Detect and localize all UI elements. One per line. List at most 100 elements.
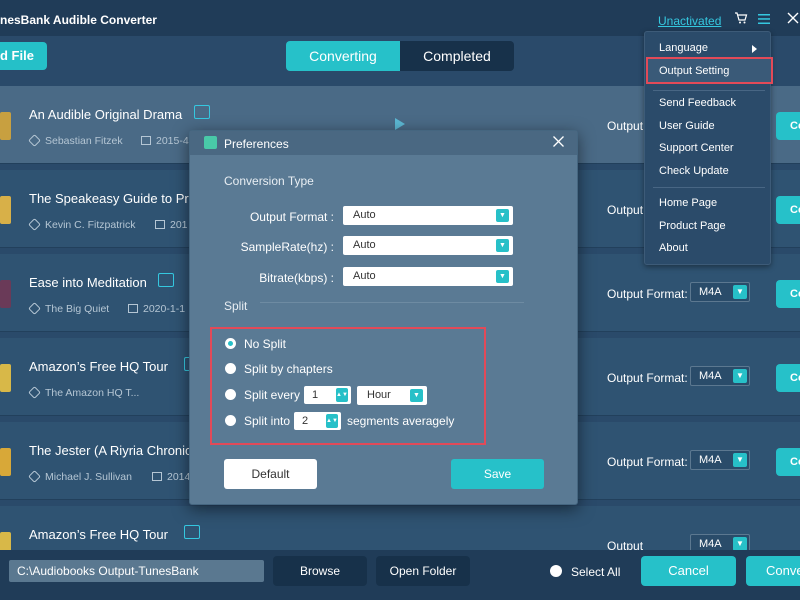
book-title: Amazon’s Free HQ Tour [29, 359, 168, 374]
menu-item-product-page[interactable]: Product Page [659, 220, 726, 232]
default-button[interactable]: Default [224, 459, 317, 489]
bitrate-label: Bitrate(kbps) : [259, 271, 334, 285]
author-name: Kevin C. Fitzpatrick [45, 219, 136, 231]
save-button[interactable]: Save [451, 459, 544, 489]
split-every-label[interactable]: Split every [244, 388, 300, 402]
book-date: 2015-4 [141, 135, 189, 147]
convert-all-button[interactable]: Conve [746, 556, 800, 586]
samplerate-value: Auto [353, 239, 376, 251]
stepper-icon[interactable]: ▲▼ [326, 414, 338, 428]
samplerate-select[interactable]: Auto ▼ [343, 236, 513, 255]
format-value: M4A [699, 286, 722, 298]
bitrate-select[interactable]: Auto ▼ [343, 267, 513, 286]
book-date: 2014 [152, 471, 190, 483]
split-into-value: 2 [302, 415, 309, 427]
chevron-down-icon: ▼ [733, 369, 747, 383]
browse-button[interactable]: Browse [273, 556, 367, 586]
book-title: The Jester (A Riyria Chronicl [29, 443, 195, 458]
split-every-radio[interactable] [225, 389, 236, 400]
author-name: Sebastian Fitzek [45, 135, 123, 147]
chevron-down-icon: ▼ [410, 389, 423, 402]
cart-icon[interactable] [734, 11, 748, 25]
split-chapters-label[interactable]: Split by chapters [244, 362, 333, 376]
calendar-icon [128, 304, 138, 313]
split-unit-select[interactable]: Hour ▼ [357, 386, 427, 405]
info-icon[interactable] [184, 525, 200, 539]
convert-button[interactable]: Co [776, 448, 800, 476]
book-cover [0, 448, 11, 476]
menu-item-check-update[interactable]: Check Update [659, 165, 729, 177]
format-value: M4A [699, 538, 722, 550]
tab-completed[interactable]: Completed [400, 41, 514, 71]
book-title: An Audible Original Drama [29, 107, 183, 122]
convert-button[interactable]: Co [776, 196, 800, 224]
book-author: Sebastian Fitzek [28, 134, 123, 147]
app-title: nesBank Audible Converter [0, 13, 157, 27]
output-format-label: Output Format: [607, 371, 688, 385]
format-select[interactable]: M4A ▼ [690, 450, 750, 470]
arrow-icon [395, 118, 405, 130]
convert-button[interactable]: Co [776, 280, 800, 308]
pen-icon [28, 470, 41, 483]
preferences-icon [204, 136, 217, 149]
menu-item-support-center[interactable]: Support Center [659, 142, 734, 154]
split-chapters-radio[interactable] [225, 363, 236, 374]
book-author: Kevin C. Fitzpatrick [28, 218, 136, 231]
info-icon[interactable] [194, 105, 210, 119]
split-into-label[interactable]: Split into [244, 414, 290, 428]
menu-item-send-feedback[interactable]: Send Feedback [659, 97, 736, 109]
pen-icon [28, 386, 41, 399]
menu-item-home-page[interactable]: Home Page [659, 197, 717, 209]
chevron-down-icon: ▼ [733, 285, 747, 299]
split-title: Split [224, 299, 248, 313]
format-select[interactable]: M4A ▼ [690, 282, 750, 302]
menu-item-output-setting[interactable]: Output Setting [659, 65, 729, 77]
menu-divider [653, 187, 765, 188]
menu-item-language[interactable]: Language [659, 42, 708, 54]
split-unit-value: Hour [367, 389, 391, 401]
select-all-label[interactable]: Select All [571, 565, 620, 579]
stepper-icon[interactable]: ▲▼ [336, 388, 348, 402]
no-split-label[interactable]: No Split [244, 337, 286, 351]
calendar-icon [155, 220, 165, 229]
format-value: M4A [699, 454, 722, 466]
pen-icon [28, 302, 41, 315]
author-name: The Amazon HQ T... [45, 387, 140, 399]
output-format-label: Output Format : [249, 210, 334, 224]
split-into-radio[interactable] [225, 415, 236, 426]
output-path-field[interactable]: C:\Audiobooks Output-TunesBank [9, 560, 264, 582]
output-format-select[interactable]: Auto ▼ [343, 206, 513, 225]
info-icon[interactable] [158, 273, 174, 287]
format-select[interactable]: M4A ▼ [690, 366, 750, 386]
menu-item-about[interactable]: About [659, 242, 688, 254]
preferences-dialog: Preferences Conversion Type Output Forma… [189, 130, 578, 505]
select-all-radio[interactable] [550, 565, 562, 577]
no-split-radio[interactable] [225, 338, 236, 349]
close-icon[interactable] [786, 11, 800, 25]
add-file-button[interactable]: d File [0, 42, 47, 70]
tab-converting[interactable]: Converting [286, 41, 400, 71]
menu-icon[interactable] [757, 12, 771, 26]
close-icon[interactable] [552, 135, 565, 148]
convert-button[interactable]: Co [776, 364, 800, 392]
samplerate-label: SampleRate(hz) : [240, 240, 334, 254]
chevron-right-icon [752, 45, 757, 53]
calendar-icon [152, 472, 162, 481]
date-value: 2014 [167, 471, 191, 483]
chevron-down-icon: ▼ [496, 209, 509, 222]
open-folder-button[interactable]: Open Folder [376, 556, 470, 586]
menu-item-user-guide[interactable]: User Guide [659, 120, 715, 132]
split-into-stepper[interactable]: 2 ▲▼ [294, 412, 341, 430]
output-format-label: Output Format: [607, 455, 688, 469]
cancel-button[interactable]: Cancel [641, 556, 736, 586]
book-author: The Amazon HQ T... [28, 386, 140, 399]
book-title: Amazon’s Free HQ Tour [29, 527, 168, 542]
dialog-title: Preferences [224, 137, 289, 151]
author-name: Michael J. Sullivan [45, 471, 132, 483]
book-cover [0, 364, 11, 392]
convert-button[interactable]: Co [776, 112, 800, 140]
split-every-stepper[interactable]: 1 ▲▼ [304, 386, 351, 404]
unactivated-link[interactable]: Unactivated [658, 14, 721, 28]
output-format-label: Output [607, 119, 644, 133]
book-date: 2020-1-1 [128, 303, 185, 315]
